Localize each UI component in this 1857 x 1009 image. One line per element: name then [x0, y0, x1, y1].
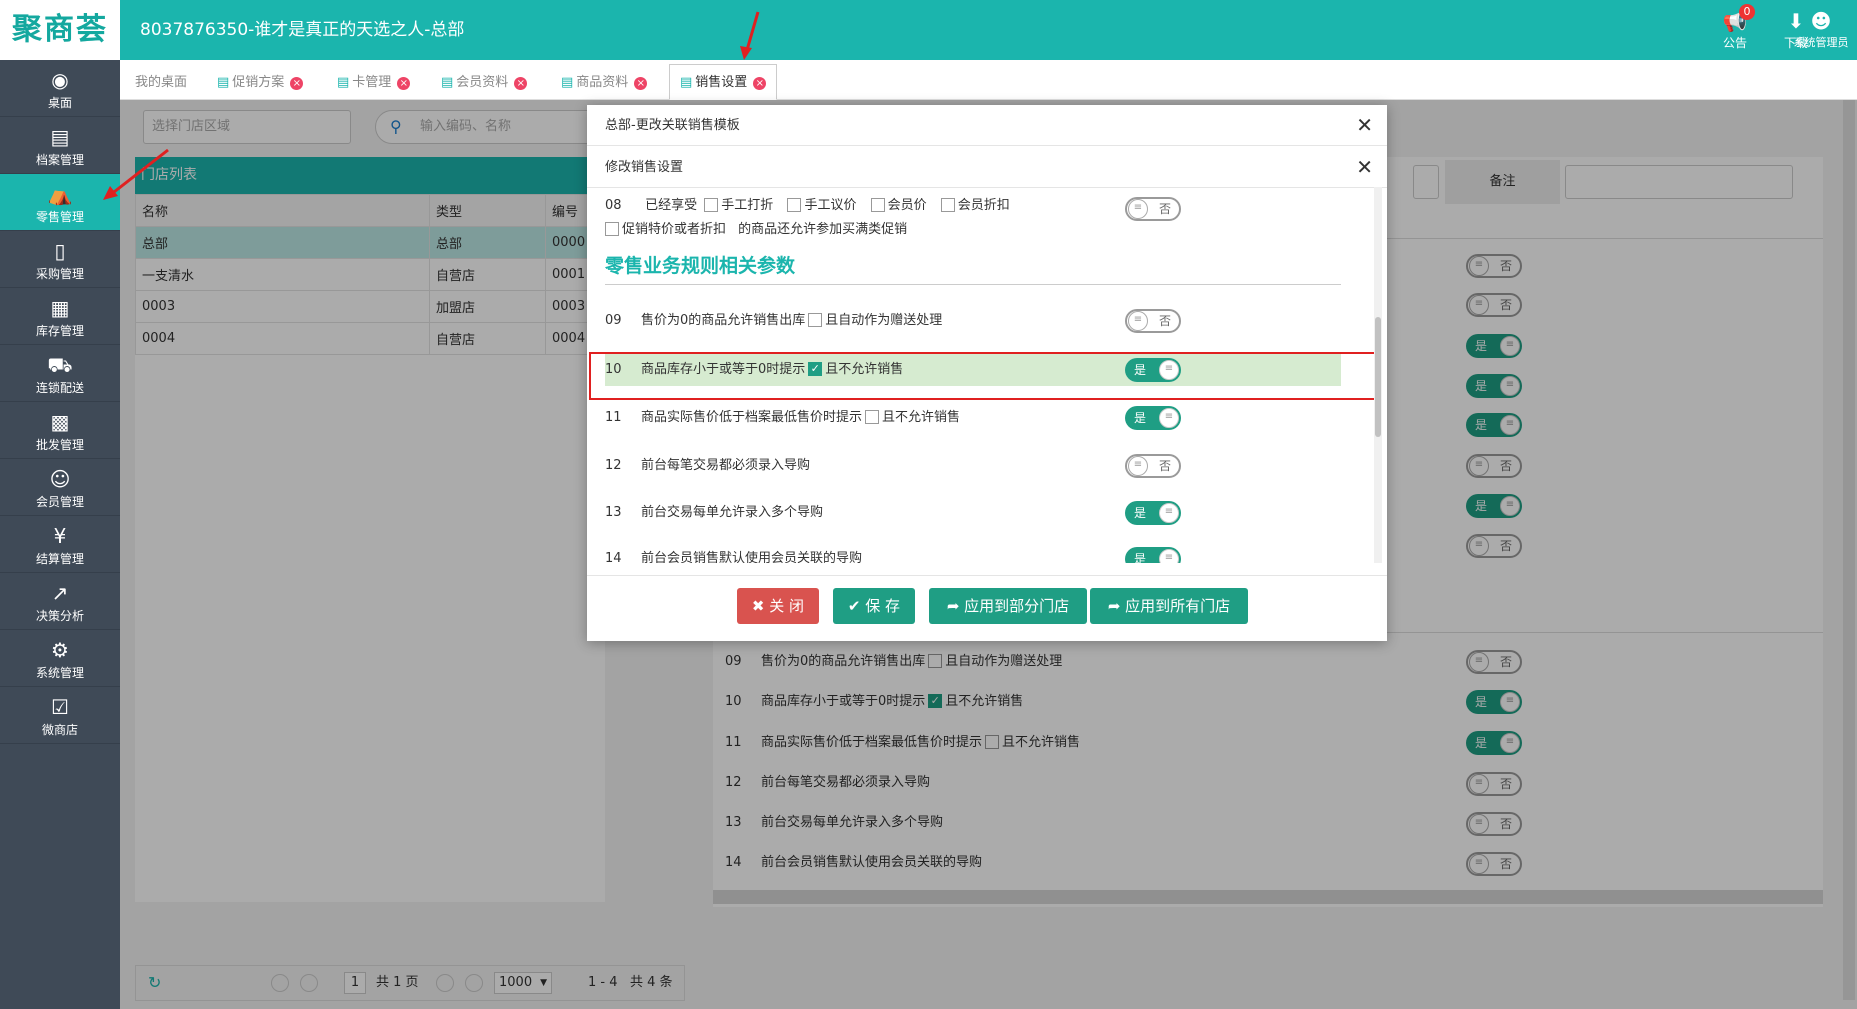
- annotation-arrow-tab: [740, 11, 760, 60]
- annotation-arrow-sidebar: [103, 148, 169, 200]
- annotation-arrows: [103, 11, 760, 200]
